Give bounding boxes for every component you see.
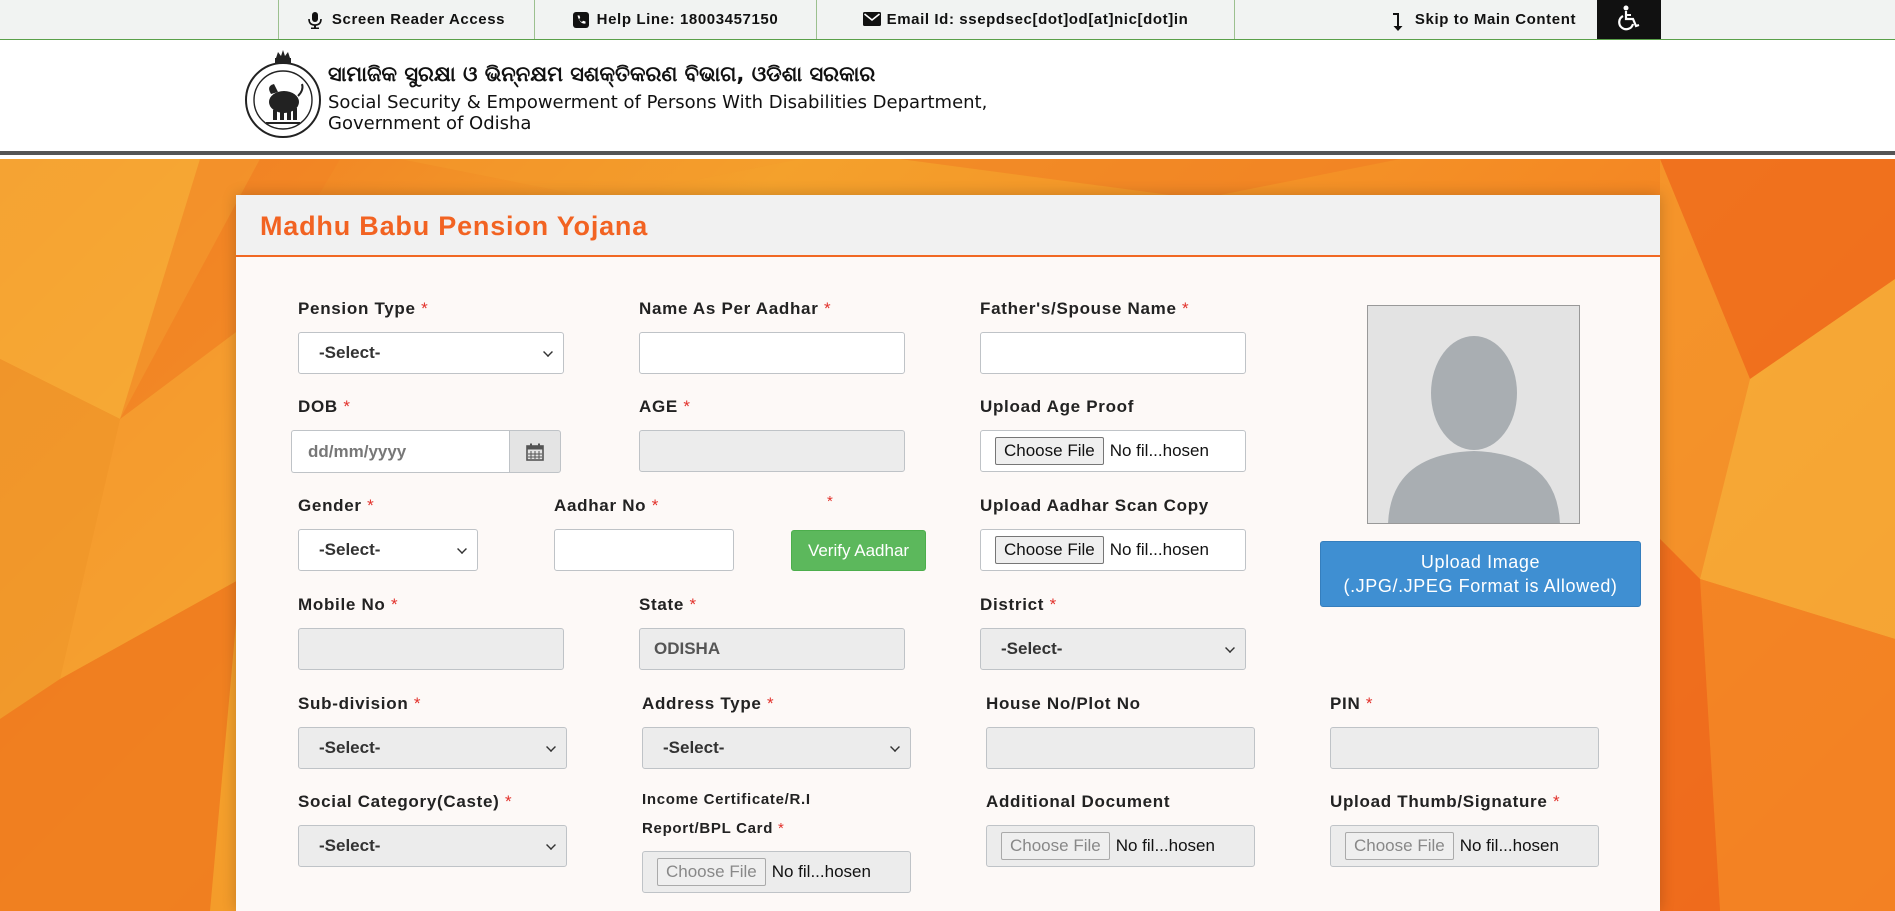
- social-category-label: Social Category(Caste) *: [298, 792, 513, 811]
- income-certificate-label: Income Certificate/R.I Report/BPL Card *: [642, 791, 811, 837]
- social-category-select[interactable]: -Select-: [298, 825, 567, 867]
- site-header: ସାମାଜିକ ସୁରକ୍ଷା ଓ ଭିନ୍ନକ୍ଷମ ସଶକ୍ତିକରଣ ବି…: [0, 40, 1895, 155]
- aadhar-no-input[interactable]: [554, 529, 734, 571]
- gender-select[interactable]: -Select-: [298, 529, 478, 571]
- file-status: No fil...hosen: [1115, 836, 1215, 855]
- aadhar-scan-label: Upload Aadhar Scan Copy: [980, 496, 1209, 515]
- application-form-card: Madhu Babu Pension Yojana Pension Type *…: [236, 195, 1660, 911]
- email-link[interactable]: Email Id: ssepdsec[dot]od[at]nic[dot]in: [817, 0, 1235, 39]
- district-label: District *: [980, 595, 1057, 614]
- chevron-down-icon: [546, 742, 556, 752]
- name-aadhar-input[interactable]: [639, 332, 905, 374]
- profile-photo-placeholder: [1367, 305, 1580, 524]
- microphone-icon: [308, 11, 326, 29]
- avatar-icon: [1388, 336, 1560, 523]
- form-title: Madhu Babu Pension Yojana: [260, 211, 649, 241]
- top-utility-bar: Screen Reader Access Help Line: 18003457…: [0, 0, 1895, 40]
- pin-label: PIN *: [1330, 694, 1374, 713]
- state-label: State *: [639, 595, 697, 614]
- choose-file-button[interactable]: Choose File: [995, 536, 1104, 564]
- chevron-down-icon: [457, 544, 467, 554]
- calendar-button[interactable]: [509, 430, 561, 473]
- file-status: No fil...hosen: [1109, 540, 1209, 559]
- father-spouse-input[interactable]: [980, 332, 1246, 374]
- dob-label: DOB *: [298, 397, 351, 416]
- verify-aadhar-button[interactable]: Verify Aadhar: [791, 530, 926, 571]
- pension-type-label: Pension Type *: [298, 299, 429, 318]
- thumb-signature-file-input[interactable]: Choose File No fil...hosen: [1330, 825, 1599, 867]
- mobile-no-input[interactable]: [298, 628, 564, 670]
- department-title-english: Social Security & Empowerment of Persons…: [328, 92, 987, 134]
- file-status: No fil...hosen: [771, 862, 871, 881]
- choose-file-button[interactable]: Choose File: [657, 858, 766, 886]
- aadhar-no-label: Aadhar No *: [554, 496, 660, 515]
- wheelchair-icon: [1617, 5, 1641, 35]
- dob-input[interactable]: dd/mm/yyyy: [291, 430, 509, 473]
- choose-file-button[interactable]: Choose File: [995, 437, 1104, 465]
- choose-file-button[interactable]: Choose File: [1345, 832, 1454, 860]
- address-type-select[interactable]: -Select-: [642, 727, 911, 769]
- upload-image-button[interactable]: Upload Image (.JPG/.JPEG Format is Allow…: [1320, 541, 1641, 607]
- department-title-line-1: Social Security & Empowerment of Persons…: [328, 92, 988, 113]
- upload-image-label: Upload Image: [1420, 552, 1541, 572]
- name-aadhar-label: Name As Per Aadhar *: [639, 299, 832, 318]
- age-label: AGE *: [639, 397, 691, 416]
- father-spouse-label: Father's/Spouse Name *: [980, 299, 1190, 318]
- address-type-label: Address Type *: [642, 694, 775, 713]
- pension-type-select[interactable]: -Select-: [298, 332, 564, 374]
- additional-document-file-input[interactable]: Choose File No fil...hosen: [986, 825, 1255, 867]
- income-certificate-file-input[interactable]: Choose File No fil...hosen: [642, 851, 911, 893]
- age-proof-file-input[interactable]: Choose File No fil...hosen: [980, 430, 1246, 472]
- chevron-down-icon: [543, 347, 553, 357]
- file-status: No fil...hosen: [1459, 836, 1559, 855]
- phone-icon: [572, 11, 591, 28]
- age-proof-label: Upload Age Proof: [980, 397, 1135, 416]
- email-label: Email Id: ssepdsec[dot]od[at]nic[dot]in: [886, 11, 1189, 28]
- chevron-down-icon: [546, 840, 556, 850]
- screen-reader-access-link[interactable]: Screen Reader Access: [278, 0, 535, 39]
- age-input[interactable]: [639, 430, 905, 472]
- department-title-line-2: Government of Odisha: [328, 113, 532, 134]
- calendar-icon: [526, 443, 544, 461]
- skip-label: Skip to Main Content: [1414, 11, 1577, 28]
- subdivision-label: Sub-division *: [298, 694, 422, 713]
- district-select[interactable]: -Select-: [980, 628, 1246, 670]
- help-line-label: Help Line: 18003457150: [596, 11, 779, 28]
- accessibility-toggle[interactable]: [1597, 0, 1661, 39]
- gender-label: Gender *: [298, 496, 375, 515]
- aadhar-scan-file-input[interactable]: Choose File No fil...hosen: [980, 529, 1246, 571]
- verify-required-mark: *: [827, 493, 833, 510]
- chevron-down-icon: [890, 742, 900, 752]
- additional-document-label: Additional Document: [986, 792, 1171, 811]
- arrow-down-icon: [1391, 12, 1409, 31]
- skip-to-main-link[interactable]: Skip to Main Content: [1370, 0, 1597, 39]
- chevron-down-icon: [1225, 643, 1235, 653]
- pin-input[interactable]: [1330, 727, 1599, 769]
- subdivision-select[interactable]: -Select-: [298, 727, 567, 769]
- choose-file-button[interactable]: Choose File: [1001, 832, 1110, 860]
- odisha-emblem-logo[interactable]: [244, 50, 322, 140]
- thumb-signature-label: Upload Thumb/Signature *: [1330, 792, 1561, 811]
- upload-image-format-label: (.JPG/.JPEG Format is Allowed): [1343, 576, 1618, 596]
- form-header: Madhu Babu Pension Yojana: [236, 195, 1660, 257]
- envelope-icon: [862, 11, 881, 28]
- house-no-input[interactable]: [986, 727, 1255, 769]
- screen-reader-label: Screen Reader Access: [331, 11, 506, 28]
- help-line-link[interactable]: Help Line: 18003457150: [535, 0, 817, 39]
- state-input[interactable]: ODISHA: [639, 628, 905, 670]
- file-status: No fil...hosen: [1109, 441, 1209, 460]
- house-no-label: House No/Plot No: [986, 694, 1141, 713]
- department-title-odia: ସାମାଜିକ ସୁରକ୍ଷା ଓ ଭିନ୍ନକ୍ଷମ ସଶକ୍ତିକରଣ ବି…: [328, 62, 876, 86]
- mobile-no-label: Mobile No *: [298, 595, 399, 614]
